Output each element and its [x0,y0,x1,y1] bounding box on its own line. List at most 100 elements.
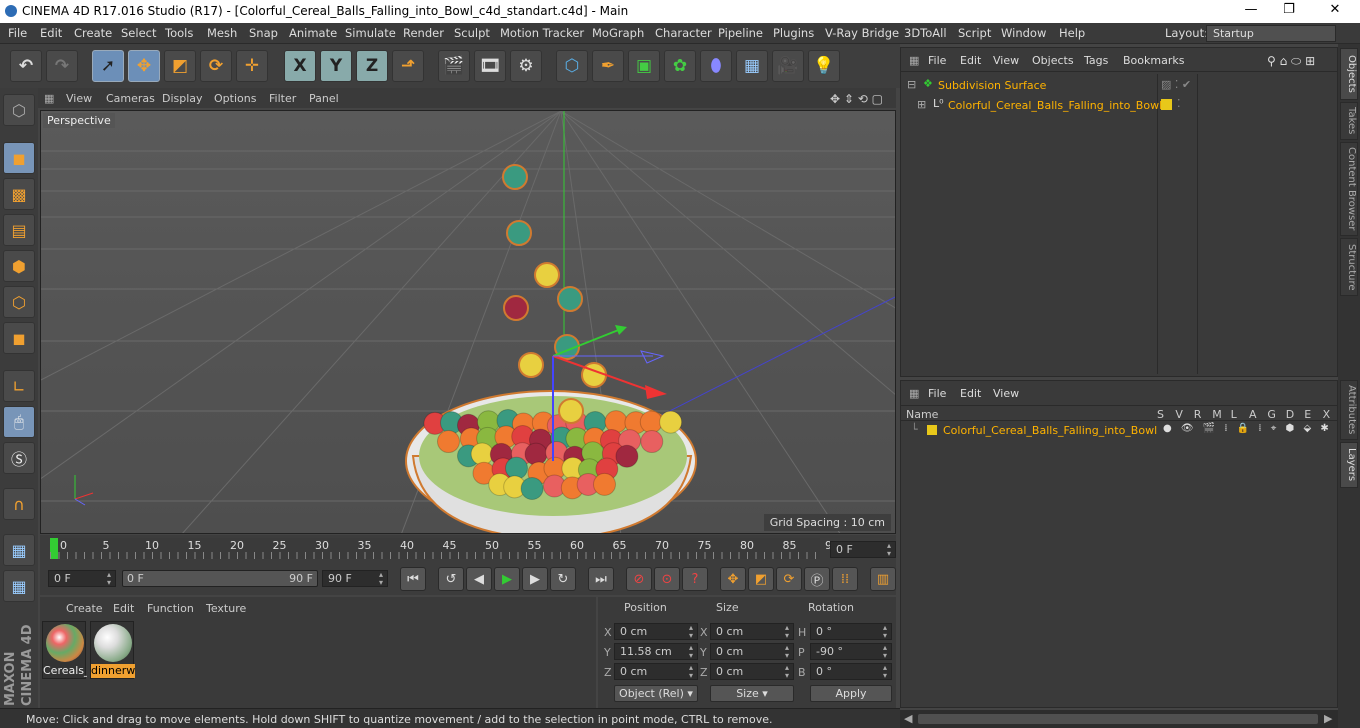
layer-flag-header[interactable]: E [1304,408,1311,421]
size-mode-select[interactable]: Size ▾ [710,685,794,702]
object-name[interactable]: Colorful_Cereal_Balls_Falling_into_Bowl [948,99,1162,112]
tab-content-browser[interactable]: Content Browser [1340,142,1358,236]
previous-key-button[interactable]: ↺ [438,567,464,591]
menu-select[interactable]: Select [121,26,156,40]
object-row[interactable]: ⊞ L⁰ Colorful_Cereal_Balls_Falling_into_… [905,97,1335,114]
workplane-align-button[interactable]: ▦ [3,570,35,602]
objects-menu-tags[interactable]: Tags [1084,54,1108,67]
layer-flag-header[interactable]: D [1286,408,1294,421]
scale-tool-button[interactable]: ◩ [164,50,196,82]
render-settings-button[interactable]: ⚙ [510,50,542,82]
tab-structure[interactable]: Structure [1340,238,1358,296]
key-position-button[interactable]: ✥ [720,567,746,591]
menu-3dtoall[interactable]: 3DToAll [904,26,947,40]
tab-attributes[interactable]: Attributes [1340,380,1358,440]
pen-spline-button[interactable]: ✒ [592,50,624,82]
objects-menu-edit[interactable]: Edit [960,54,981,67]
camera-button[interactable]: 🎥 [772,50,804,82]
horizontal-scrollbar[interactable]: ◀ ▶ [900,710,1338,728]
key-scale-button[interactable]: ◩ [748,567,774,591]
tab-takes[interactable]: Takes [1340,102,1358,140]
object-manager-nav-icons[interactable]: ⚲ ⌂ ⬭ ⊞ [1267,54,1315,69]
scroll-left-icon[interactable]: ◀ [904,712,912,725]
viewport-menu-options[interactable]: Options [214,92,256,105]
move-tool-button[interactable]: ✥ [128,50,160,82]
cursor-tool-button[interactable]: ➚ [92,50,124,82]
timeline-window-button[interactable]: ▥ [870,567,896,591]
layer-flag-header[interactable]: A [1249,408,1257,421]
menu-file[interactable]: File [8,26,27,40]
snap-button[interactable]: ∩ [3,488,35,520]
menu-create[interactable]: Create [74,26,112,40]
layer-color-swatch[interactable] [927,425,937,435]
go-to-end-button[interactable]: ⏭ [588,567,614,591]
menu-simulate[interactable]: Simulate [345,26,396,40]
position-y-field[interactable]: 11.58 cm [614,643,698,660]
layer-flag-header[interactable]: R [1194,408,1202,421]
tab-layers[interactable]: Layers [1340,442,1358,488]
material-swatch[interactable]: Cereals_ [42,621,87,679]
menu-mesh[interactable]: Mesh [207,26,237,40]
subdivision-button[interactable]: ▣ [628,50,660,82]
edges-mode-button[interactable]: ⬡ [3,286,35,318]
viewport-menu-view[interactable]: View [66,92,92,105]
visibility-dots-icon[interactable]: ▨ ⁚ ✔ [1161,78,1191,91]
position-x-field[interactable]: 0 cm [614,623,698,640]
menu-vray-bridge[interactable]: V-Ray Bridge [825,26,899,40]
previous-frame-button[interactable]: ◀ [466,567,492,591]
render-view-button[interactable]: 🎬 [438,50,470,82]
key-pla-button[interactable]: ⁞⁞ [832,567,858,591]
menu-window[interactable]: Window [1001,26,1046,40]
maximize-button[interactable]: ❐ [1274,2,1304,17]
model-mode-button[interactable]: ◼ [3,142,35,174]
visibility-dots-icon[interactable]: ⁚ [1177,97,1181,110]
viewport-menu-filter[interactable]: Filter [269,92,296,105]
tweak-mode-button[interactable]: 🖱 [3,406,35,438]
menu-mograph[interactable]: MoGraph [592,26,644,40]
menu-tools[interactable]: Tools [165,26,193,40]
menu-plugins[interactable]: Plugins [773,26,814,40]
layers-menu-file[interactable]: File [928,387,946,400]
make-editable-button[interactable]: ⬡ [3,94,35,126]
size-y-field[interactable]: 0 cm [710,643,794,660]
start-frame-field[interactable]: 0 F [48,570,116,587]
cube-primitive-button[interactable]: ⬡ [556,50,588,82]
z-axis-button[interactable]: Z [356,50,388,82]
size-z-field[interactable]: 0 cm [710,663,794,680]
next-frame-button[interactable]: ▶ [522,567,548,591]
material-swatch[interactable]: dinnerw [90,621,135,679]
objects-menu-objects[interactable]: Objects [1032,54,1074,67]
layout-select[interactable]: Startup [1206,25,1336,42]
menu-help[interactable]: Help [1059,26,1085,40]
key-parameter-button[interactable]: Ⓟ [804,567,830,591]
light-button[interactable]: 💡 [808,50,840,82]
autokey-button[interactable]: ⊙ [654,567,680,591]
next-key-button[interactable]: ↻ [550,567,576,591]
scrollbar-thumb[interactable] [918,714,1318,724]
viewport-label[interactable]: Perspective [43,113,115,128]
polygons-mode-button[interactable]: ◼ [3,322,35,354]
layer-flag-header[interactable]: X [1323,408,1331,421]
mograph-cloner-button[interactable]: ✿ [664,50,696,82]
layers-menu-edit[interactable]: Edit [960,387,981,400]
play-button[interactable]: ▶ [494,567,520,591]
menu-snap[interactable]: Snap [249,26,278,40]
go-to-start-button[interactable]: ⏮ [400,567,426,591]
workplane-mode-button[interactable]: ▤ [3,214,35,246]
y-axis-button[interactable]: Y [320,50,352,82]
coordinate-system-button[interactable]: ⬏ [392,50,424,82]
x-axis-button[interactable]: X [284,50,316,82]
close-button[interactable]: ✕ [1320,2,1350,17]
objects-menu-file[interactable]: File [928,54,946,67]
menu-motion-tracker[interactable]: Motion Tracker [500,26,584,40]
object-row[interactable]: ⊟ ❖ Subdivision Surface ▨ ⁚ ✔ [905,77,1335,94]
end-frame-field[interactable]: 90 F [322,570,388,587]
layer-name-header[interactable]: Name [906,408,938,421]
layer-flag-header[interactable]: L [1231,408,1237,421]
menu-character[interactable]: Character [655,26,712,40]
layer-flag-header[interactable]: M [1212,408,1222,421]
undo-button[interactable]: ↶ [10,50,42,82]
scroll-right-icon[interactable]: ▶ [1324,712,1332,725]
render-picture-viewer-button[interactable]: 🎞 [474,50,506,82]
timeline-scale[interactable]: 051015202530354045505560657075808590 [50,538,839,559]
